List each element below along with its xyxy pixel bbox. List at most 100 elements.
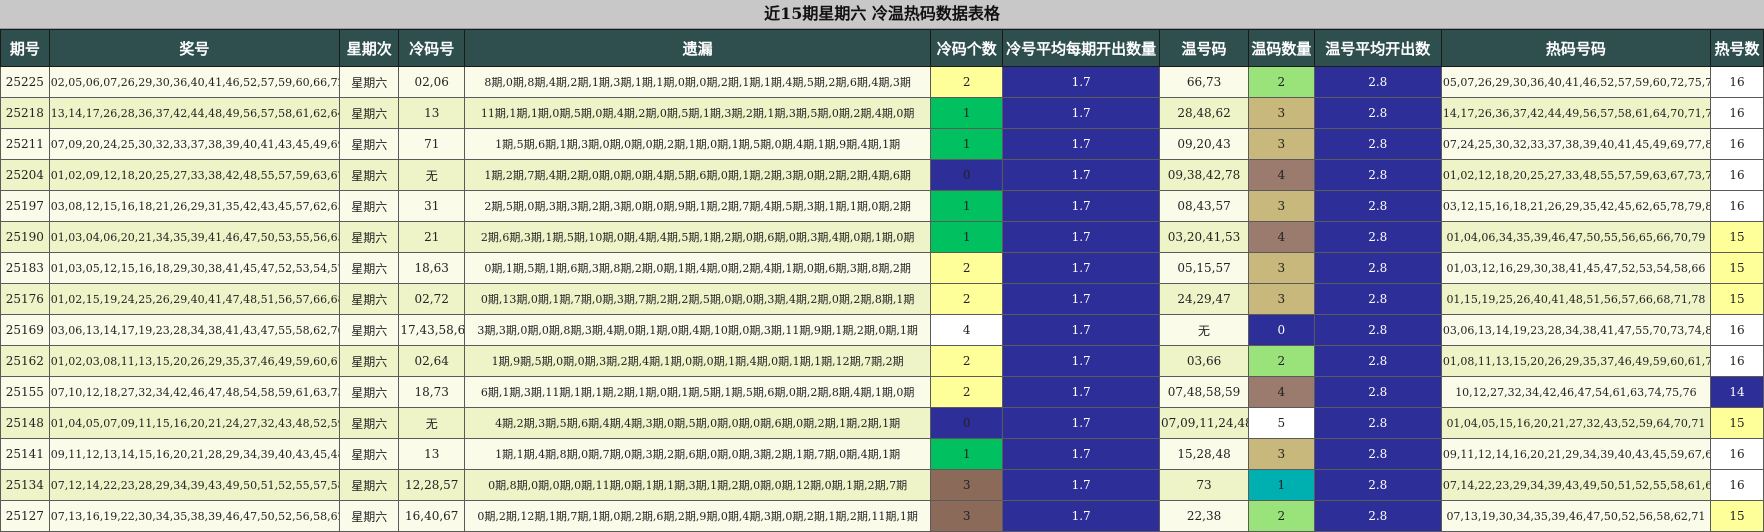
cell-cold-avg: 1.7 <box>1002 159 1161 191</box>
cell-miss: 2期,5期,0期,3期,3期,2期,3期,0期,0期,9期,1期,2期,7期,4… <box>464 190 932 222</box>
cell-miss: 0期,2期,12期,1期,7期,1期,0期,2期,6期,2期,9期,0期,4期,… <box>464 500 932 532</box>
cell-cold-count: 4 <box>930 314 1004 346</box>
cell-hot-count: 15 <box>1709 252 1764 284</box>
header-warm: 温号码 <box>1159 29 1250 67</box>
cell-warm-avg: 2.8 <box>1313 283 1442 315</box>
header-warm-avg: 温号平均开出数 <box>1313 29 1442 67</box>
header-period: 期号 <box>0 29 50 67</box>
cell-cold-count: 1 <box>930 438 1004 470</box>
cell-weekday: 星期六 <box>339 97 400 129</box>
cell-cold-count: 2 <box>930 252 1004 284</box>
cell-cold-avg: 1.7 <box>1002 190 1161 222</box>
cell-warm-count: 2 <box>1248 345 1315 377</box>
cell-warm-count: 3 <box>1248 97 1315 129</box>
cell-weekday: 星期六 <box>339 500 400 532</box>
cell-numbers: 01,02,09,12,18,20,25,27,33,38,42,48,55,5… <box>48 159 341 191</box>
cell-warm-avg: 2.8 <box>1313 407 1442 439</box>
cell-hot-count: 16 <box>1709 159 1764 191</box>
cell-weekday: 星期六 <box>339 345 400 377</box>
cell-warm: 无 <box>1159 314 1250 346</box>
cell-warm: 09,20,43 <box>1159 128 1250 160</box>
cell-period: 25190 <box>0 221 50 253</box>
cell-cold: 71 <box>398 128 466 160</box>
cell-cold: 02,72 <box>398 283 466 315</box>
cell-period: 25218 <box>0 97 50 129</box>
cell-numbers: 02,05,06,07,26,29,30,36,40,41,46,52,57,5… <box>48 66 341 98</box>
cell-cold: 13 <box>398 438 466 470</box>
cell-weekday: 星期六 <box>339 190 400 222</box>
cell-period: 25155 <box>0 376 50 408</box>
cell-cold-avg: 1.7 <box>1002 376 1161 408</box>
table-row: 25169 03,06,13,14,17,19,23,28,34,38,41,43… <box>0 314 1764 346</box>
cell-hot: 01,04,05,15,16,20,21,27,32,43,52,59,64,7… <box>1440 407 1711 439</box>
table-title: 近15期星期六 冷温热码数据表格 <box>0 0 1764 29</box>
cell-weekday: 星期六 <box>339 66 400 98</box>
header-row: 期号 奖号 星期次 冷码号 遗漏 冷码个数 冷号平均每期开出数量 温号码 温码数… <box>0 29 1764 67</box>
cell-hot-count: 16 <box>1709 314 1764 346</box>
cell-cold-count: 0 <box>930 407 1004 439</box>
cell-hot-count: 16 <box>1709 66 1764 98</box>
cell-warm-avg: 2.8 <box>1313 438 1442 470</box>
cell-miss: 1期,9期,5期,0期,0期,3期,2期,4期,1期,0期,0期,1期,4期,0… <box>464 345 932 377</box>
cell-warm-count: 3 <box>1248 128 1315 160</box>
table-row: 25148 01,04,05,07,09,11,15,16,20,21,24,27… <box>0 407 1764 439</box>
cell-warm: 22,38 <box>1159 500 1250 532</box>
cell-weekday: 星期六 <box>339 128 400 160</box>
cell-warm-count: 3 <box>1248 438 1315 470</box>
cell-cold: 21 <box>398 221 466 253</box>
cell-warm-avg: 2.8 <box>1313 190 1442 222</box>
cell-cold-count: 2 <box>930 66 1004 98</box>
header-cold-count: 冷码个数 <box>930 29 1004 67</box>
table-row: 25218 13,14,17,26,28,36,37,42,44,48,49,56… <box>0 97 1764 129</box>
cell-cold-avg: 1.7 <box>1002 345 1161 377</box>
cell-warm-count: 3 <box>1248 283 1315 315</box>
cell-warm-avg: 2.8 <box>1313 500 1442 532</box>
cell-numbers: 07,10,12,18,27,32,34,42,46,47,48,54,58,5… <box>48 376 341 408</box>
cell-hot-count: 16 <box>1709 438 1764 470</box>
table-row: 25197 03,08,12,15,16,18,21,26,29,31,35,42… <box>0 190 1764 222</box>
cell-weekday: 星期六 <box>339 314 400 346</box>
cell-warm-count: 4 <box>1248 376 1315 408</box>
cell-miss: 4期,2期,3期,5期,6期,4期,4期,3期,0期,5期,0期,0期,0期,6… <box>464 407 932 439</box>
cell-period: 25204 <box>0 159 50 191</box>
table-row: 25183 01,03,05,12,15,16,18,29,30,38,41,45… <box>0 252 1764 284</box>
cell-warm-avg: 2.8 <box>1313 345 1442 377</box>
table-row: 25211 07,09,20,24,25,30,32,33,37,38,39,40… <box>0 128 1764 160</box>
cell-hot: 01,15,19,25,26,40,41,48,51,56,57,66,68,7… <box>1440 283 1711 315</box>
cell-period: 25197 <box>0 190 50 222</box>
cell-numbers: 07,09,20,24,25,30,32,33,37,38,39,40,41,4… <box>48 128 341 160</box>
cell-warm-count: 1 <box>1248 469 1315 501</box>
cell-cold-count: 3 <box>930 469 1004 501</box>
cell-hot: 14,17,26,36,37,42,44,49,56,57,58,61,64,7… <box>1440 97 1711 129</box>
cell-numbers: 03,08,12,15,16,18,21,26,29,31,35,42,43,4… <box>48 190 341 222</box>
cell-warm-avg: 2.8 <box>1313 314 1442 346</box>
cell-hot-count: 16 <box>1709 345 1764 377</box>
cell-warm-count: 0 <box>1248 314 1315 346</box>
cell-warm-avg: 2.8 <box>1313 252 1442 284</box>
cell-miss: 2期,6期,3期,1期,5期,10期,0期,4期,4期,5期,1期,2期,0期,… <box>464 221 932 253</box>
cell-weekday: 星期六 <box>339 283 400 315</box>
table-row: 25134 07,12,14,22,23,28,29,34,39,43,49,50… <box>0 469 1764 501</box>
cell-warm: 05,15,57 <box>1159 252 1250 284</box>
cell-period: 25134 <box>0 469 50 501</box>
cell-warm-count: 2 <box>1248 66 1315 98</box>
cell-cold-count: 2 <box>930 345 1004 377</box>
cell-cold-count: 1 <box>930 128 1004 160</box>
cell-period: 25225 <box>0 66 50 98</box>
cell-warm: 15,28,48 <box>1159 438 1250 470</box>
cell-warm: 07,48,58,59 <box>1159 376 1250 408</box>
cell-hot-count: 15 <box>1709 500 1764 532</box>
cell-warm-avg: 2.8 <box>1313 159 1442 191</box>
cell-warm-avg: 2.8 <box>1313 128 1442 160</box>
table-row: 25127 07,13,16,19,22,30,34,35,38,39,46,47… <box>0 500 1764 532</box>
cell-weekday: 星期六 <box>339 438 400 470</box>
cell-hot-count: 16 <box>1709 97 1764 129</box>
cell-hot-count: 15 <box>1709 283 1764 315</box>
cell-warm-avg: 2.8 <box>1313 97 1442 129</box>
cell-warm: 07,09,11,24,48 <box>1159 407 1250 439</box>
cell-warm-avg: 2.8 <box>1313 66 1442 98</box>
cell-weekday: 星期六 <box>339 469 400 501</box>
cell-warm: 66,73 <box>1159 66 1250 98</box>
cell-period: 25162 <box>0 345 50 377</box>
cell-cold-avg: 1.7 <box>1002 128 1161 160</box>
